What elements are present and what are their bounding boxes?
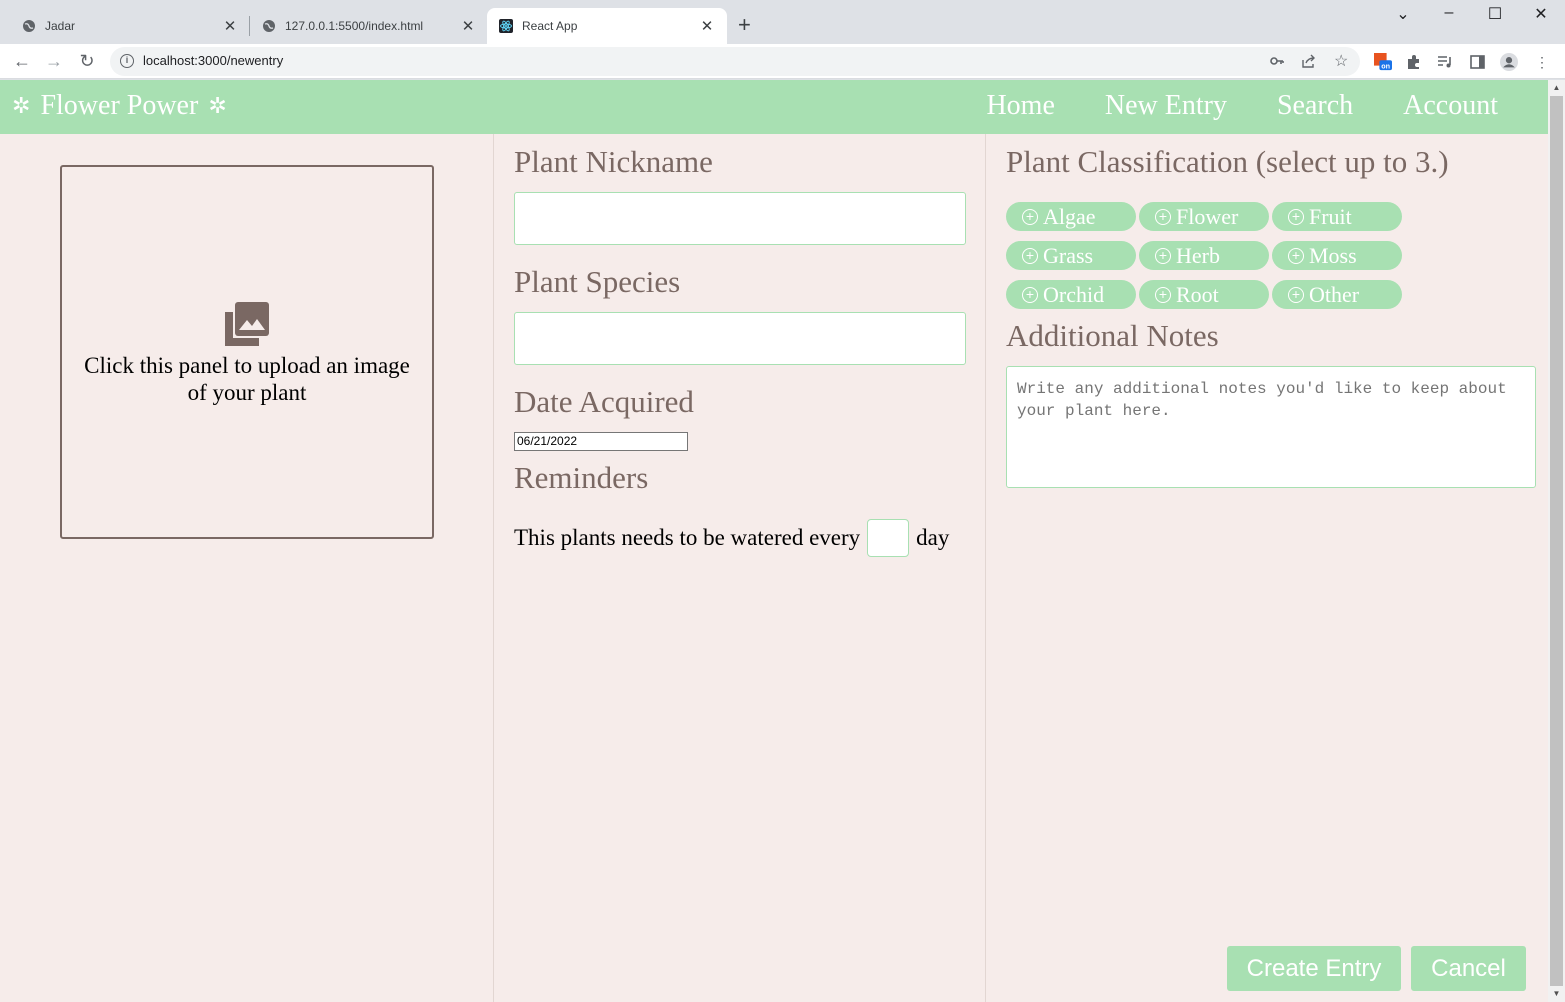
media-queue-icon[interactable] bbox=[1436, 53, 1454, 71]
add-circle-icon: + bbox=[1288, 247, 1304, 264]
extension-on-icon[interactable]: on bbox=[1374, 53, 1392, 71]
react-icon bbox=[499, 19, 513, 33]
chip-label: Orchid bbox=[1043, 281, 1105, 307]
close-tab-icon[interactable]: ✕ bbox=[699, 17, 715, 35]
water-suffix: day bbox=[916, 525, 950, 550]
profile-avatar-icon[interactable] bbox=[1500, 53, 1518, 71]
chip-grass[interactable]: + Grass bbox=[1006, 241, 1136, 270]
chip-algae[interactable]: + Algae bbox=[1006, 202, 1136, 231]
tab-search-chevron-icon[interactable]: ⌄ bbox=[1380, 4, 1426, 28]
add-circle-icon: + bbox=[1155, 208, 1171, 225]
chip-label: Moss bbox=[1309, 242, 1357, 268]
side-panel-icon[interactable] bbox=[1469, 53, 1487, 71]
nav-account[interactable]: Account bbox=[1403, 90, 1498, 122]
flower-gear-icon: ✲ bbox=[208, 93, 227, 118]
water-days-input[interactable] bbox=[867, 519, 910, 557]
chip-label: Flower bbox=[1176, 203, 1239, 229]
reload-icon[interactable]: ↻ bbox=[75, 50, 99, 72]
brand-name: Flower Power bbox=[40, 90, 199, 121]
reminders-label: Reminders bbox=[514, 460, 649, 495]
chip-label: Grass bbox=[1043, 242, 1094, 268]
create-entry-button[interactable]: Create Entry bbox=[1227, 946, 1401, 991]
brand[interactable]: ✲ Flower Power ✲ bbox=[12, 90, 227, 122]
photo-library-icon bbox=[225, 302, 269, 346]
tab-title: Jadar bbox=[45, 19, 76, 33]
flower-gear-icon: ✲ bbox=[12, 93, 31, 118]
chip-other[interactable]: + Other bbox=[1272, 280, 1402, 309]
chip-fruit[interactable]: + Fruit bbox=[1272, 202, 1402, 231]
browser-tab-localhost-5500[interactable]: 127.0.0.1:5500/index.html ✕ bbox=[240, 8, 488, 44]
nav-new-entry[interactable]: New Entry bbox=[1105, 90, 1227, 122]
add-circle-icon: + bbox=[1022, 247, 1038, 264]
add-circle-icon: + bbox=[1155, 286, 1171, 303]
chip-label: Other bbox=[1309, 281, 1360, 307]
browser-menu-icon[interactable]: ⋮ bbox=[1533, 53, 1551, 71]
add-circle-icon: + bbox=[1155, 247, 1171, 264]
species-label: Plant Species bbox=[514, 264, 681, 299]
add-circle-icon: + bbox=[1288, 208, 1304, 225]
chip-flower[interactable]: + Flower bbox=[1139, 202, 1269, 231]
chip-orchid[interactable]: + Orchid bbox=[1006, 280, 1136, 309]
globe-icon bbox=[22, 19, 36, 33]
back-arrow-icon[interactable]: ← bbox=[10, 50, 34, 72]
browser-toolbar: ← → ↻ i localhost:3000/newentry ☆ on ⋮ bbox=[0, 44, 1565, 79]
classification-label: Plant Classification (select up to 3.) bbox=[1006, 144, 1449, 179]
globe-icon bbox=[262, 19, 276, 33]
forward-arrow-icon[interactable]: → bbox=[42, 50, 66, 72]
maximize-icon[interactable]: ☐ bbox=[1472, 4, 1518, 28]
browser-tab-jadar[interactable]: Jadar ✕ bbox=[0, 8, 250, 44]
chip-label: Fruit bbox=[1309, 203, 1352, 229]
chip-label: Algae bbox=[1043, 203, 1096, 229]
scroll-down-arrow-icon[interactable]: ▼ bbox=[1548, 986, 1565, 1002]
image-upload-panel[interactable]: Click this panel to upload an image of y… bbox=[60, 165, 434, 539]
address-bar[interactable]: i localhost:3000/newentry ☆ bbox=[110, 47, 1360, 76]
svg-text:on: on bbox=[1381, 61, 1390, 70]
chip-root[interactable]: + Root bbox=[1139, 280, 1269, 309]
date-acquired-input[interactable]: 06/21/2022 bbox=[514, 432, 688, 451]
new-tab-plus-icon[interactable]: + bbox=[738, 14, 751, 36]
cancel-button[interactable]: Cancel bbox=[1411, 946, 1526, 991]
image-column: Click this panel to upload an image of y… bbox=[0, 134, 494, 1002]
bookmark-star-icon[interactable]: ☆ bbox=[1334, 51, 1348, 71]
scroll-up-arrow-icon[interactable]: ▲ bbox=[1548, 80, 1565, 96]
chip-label: Herb bbox=[1176, 242, 1220, 268]
details-column: Plant Nickname Plant Species Date Acquir… bbox=[494, 134, 986, 1002]
app-root: ✲ Flower Power ✲ Home New Entry Search A… bbox=[0, 80, 1548, 1002]
close-tab-icon[interactable]: ✕ bbox=[222, 17, 238, 35]
browser-tab-react-app[interactable]: React App ✕ bbox=[487, 8, 727, 44]
minimize-icon[interactable]: – bbox=[1426, 4, 1472, 28]
add-circle-icon: + bbox=[1022, 208, 1038, 225]
chip-herb[interactable]: + Herb bbox=[1139, 241, 1269, 270]
chip-moss[interactable]: + Moss bbox=[1272, 241, 1402, 270]
water-prefix: This plants needs to be watered every bbox=[514, 525, 861, 550]
nickname-input[interactable] bbox=[514, 192, 966, 245]
chip-label: Root bbox=[1176, 281, 1219, 307]
add-circle-icon: + bbox=[1288, 286, 1304, 303]
nav-search[interactable]: Search bbox=[1277, 90, 1353, 122]
address-url[interactable]: localhost:3000/newentry bbox=[143, 53, 283, 68]
tab-title: React App bbox=[522, 19, 578, 33]
extensions-puzzle-icon[interactable] bbox=[1405, 53, 1423, 71]
species-input[interactable] bbox=[514, 312, 966, 365]
nav-home[interactable]: Home bbox=[986, 90, 1054, 122]
nickname-label: Plant Nickname bbox=[514, 144, 713, 179]
browser-tab-strip: Jadar ✕ 127.0.0.1:5500/index.html ✕ Reac… bbox=[0, 0, 1565, 44]
close-window-icon[interactable]: ✕ bbox=[1518, 4, 1564, 28]
share-icon[interactable] bbox=[1301, 54, 1317, 71]
close-tab-icon[interactable]: ✕ bbox=[460, 17, 476, 35]
notes-textarea[interactable] bbox=[1006, 366, 1536, 488]
upload-instructions: Click this panel to upload an image of y… bbox=[84, 353, 410, 405]
date-label: Date Acquired bbox=[514, 384, 694, 419]
app-navbar: ✲ Flower Power ✲ Home New Entry Search A… bbox=[0, 80, 1548, 134]
add-circle-icon: + bbox=[1022, 286, 1038, 303]
site-info-icon[interactable]: i bbox=[120, 54, 134, 68]
nav-links: Home New Entry Search Account bbox=[986, 90, 1498, 122]
watering-reminder: This plants needs to be watered every da… bbox=[514, 519, 949, 557]
page-scrollbar[interactable]: ▲ ▼ bbox=[1548, 80, 1565, 1002]
classification-column: Plant Classification (select up to 3.) +… bbox=[986, 134, 1548, 1002]
notes-label: Additional Notes bbox=[1006, 318, 1219, 353]
scrollbar-thumb[interactable] bbox=[1550, 96, 1563, 986]
tab-title: 127.0.0.1:5500/index.html bbox=[285, 19, 424, 33]
key-icon[interactable] bbox=[1270, 54, 1284, 71]
